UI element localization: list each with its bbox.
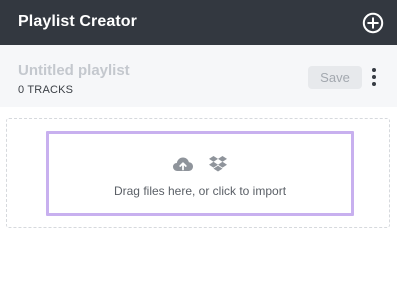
kebab-dot [372,75,376,79]
import-dropzone[interactable]: Drag files here, or click to import [46,131,354,216]
cloud-upload-icon[interactable] [172,156,194,177]
save-button[interactable]: Save [308,66,362,89]
playlist-creator-app: Playlist Creator Untitled playlist 0 TRA… [0,0,397,301]
kebab-menu-icon[interactable] [368,68,380,88]
playlist-header: Untitled playlist 0 TRACKS Save [0,45,397,107]
track-count: 0 TRACKS [18,84,74,96]
playlist-name-field[interactable]: Untitled playlist [18,62,130,79]
kebab-dot [372,68,376,72]
dropbox-icon[interactable] [208,155,228,178]
import-hint: Drag files here, or click to import [113,184,287,198]
app-title: Playlist Creator [18,13,137,30]
import-icons [49,155,351,175]
top-bar: Playlist Creator [0,0,397,45]
kebab-dot [372,82,376,86]
plus-circle-icon[interactable] [362,12,384,34]
